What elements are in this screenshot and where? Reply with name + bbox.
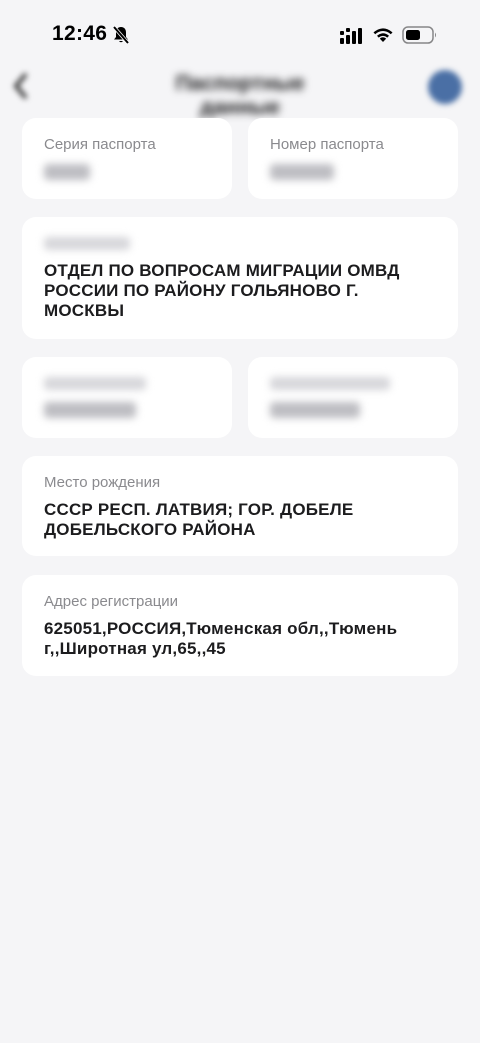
battery-icon [402,26,436,44]
issue-date-card [22,357,232,438]
nav-bar: Паспортные данные [0,66,480,119]
passport-number-card: Номер паспорта [248,118,458,199]
birth-place-card: Место рождения СССР РЕСП. ЛАТВИЯ; ГОР. Д… [22,456,458,556]
status-bar: 12:46 [0,0,480,70]
birth-place-value: СССР РЕСП. ЛАТВИЯ; ГОР. ДОБЕЛЕ ДОБЕЛЬСКО… [44,500,354,539]
issued-by-label [44,237,130,250]
wifi-icon [373,28,393,42]
birth-date-card [248,357,458,438]
bell-slash-icon [112,25,130,45]
birth-place-label: Место рождения [44,474,161,491]
passport-number-label: Номер паспорта [270,136,384,153]
passport-number-value [270,164,334,180]
issued-by-value: ОТДЕЛ ПО ВОПРОСАМ МИГРАЦИИ ОМВД РОССИИ П… [44,261,400,320]
reg-address-card: Адрес регистрации 625051,РОССИЯ,Тюменска… [22,575,458,676]
reg-address-value: 625051,РОССИЯ,Тюменская обл,,Тюмень г,,Ш… [44,619,398,658]
issue-date-label [44,377,146,390]
chevron-left-icon[interactable] [10,70,34,102]
issue-date-value [44,402,136,418]
passport-series-label: Серия паспорта [44,136,156,153]
passport-series-card: Серия паспорта [22,118,232,199]
page-title: Паспортные данные [175,72,305,119]
issued-by-card: ОТДЕЛ ПО ВОПРОСАМ МИГРАЦИИ ОМВД РОССИИ П… [22,217,458,339]
passport-series-value [44,164,90,180]
cellular-signal-icon [340,28,362,44]
birth-date-label [270,377,390,390]
status-time: 12:46 [52,22,108,45]
avatar[interactable] [428,70,462,104]
reg-address-label: Адрес регистрации [44,593,179,610]
birth-date-value [270,402,360,418]
